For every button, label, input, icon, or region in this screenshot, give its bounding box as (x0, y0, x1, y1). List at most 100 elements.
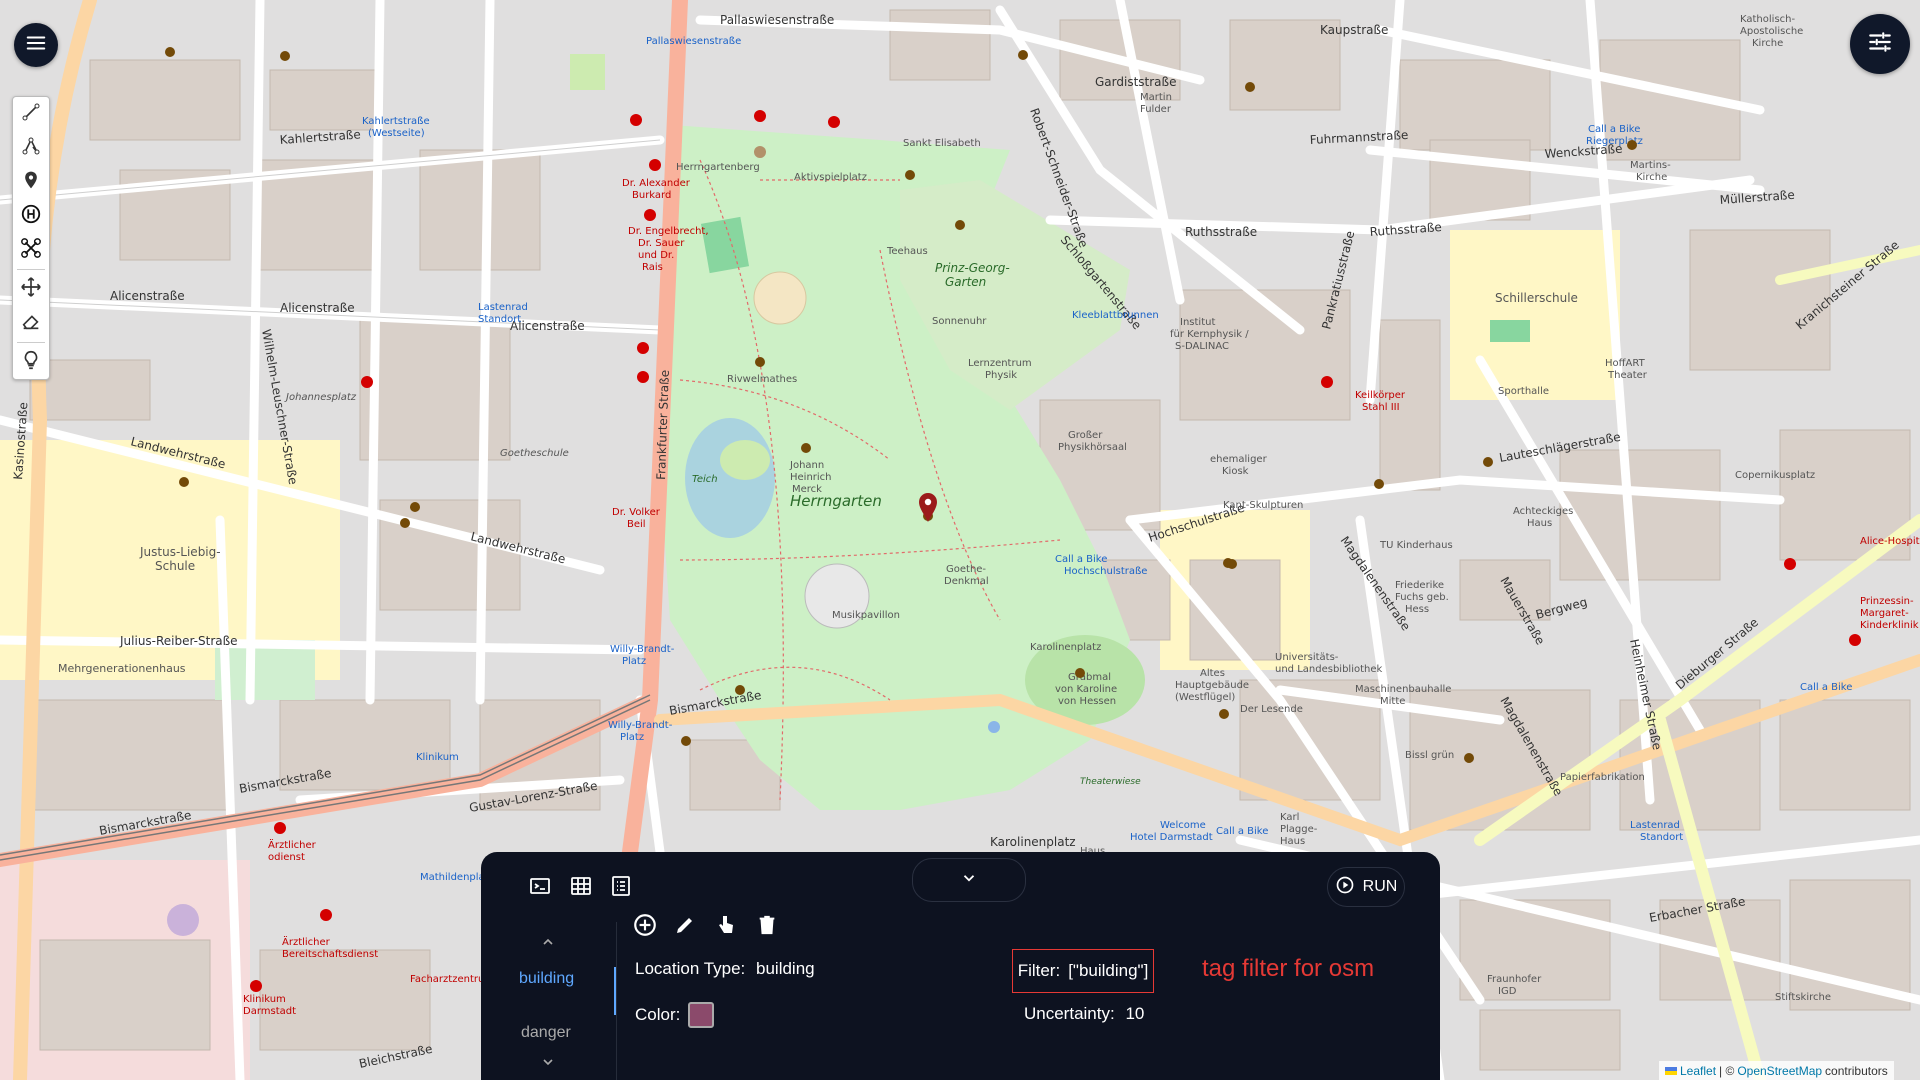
svg-text:Platz: Platz (620, 732, 644, 743)
pointer-hand-icon (714, 913, 738, 942)
svg-text:Kahlertstraße: Kahlertstraße (362, 116, 430, 127)
svg-text:Rivwelmathes: Rivwelmathes (727, 374, 797, 385)
svg-text:Stiftskirche: Stiftskirche (1775, 992, 1831, 1003)
location-type-item-danger[interactable]: danger (521, 1024, 571, 1042)
location-type-field: Location Type: building (635, 959, 815, 979)
svg-text:Dr. Sauer: Dr. Sauer (638, 238, 685, 249)
svg-text:Friederike: Friederike (1395, 580, 1444, 591)
svg-text:Maschinenbauhalle: Maschinenbauhalle (1355, 684, 1451, 695)
svg-text:Goetheschule: Goetheschule (500, 448, 569, 459)
svg-text:von Karoline: von Karoline (1055, 684, 1117, 695)
svg-text:Willy-Brandt-: Willy-Brandt- (610, 644, 675, 655)
divider (616, 922, 617, 1080)
grid-tab[interactable] (567, 874, 595, 902)
filter-settings-button[interactable] (1850, 14, 1910, 74)
edit-move-tool[interactable] (13, 272, 49, 306)
play-circle-icon (1335, 875, 1355, 900)
svg-text:und Landesbibliothek: und Landesbibliothek (1275, 664, 1383, 675)
svg-text:Julius-Reiber-Straße: Julius-Reiber-Straße (119, 634, 238, 648)
svg-text:Willy-Brandt-: Willy-Brandt- (608, 720, 673, 731)
svg-text:für Kernphysik /: für Kernphysik / (1170, 329, 1249, 340)
list-scroll-down-button[interactable] (533, 1054, 563, 1074)
hamburger-icon (25, 32, 47, 59)
svg-text:Martin: Martin (1140, 92, 1172, 103)
svg-text:Schillerschule: Schillerschule (1495, 291, 1578, 305)
svg-text:Karolinenplatz: Karolinenplatz (1030, 642, 1101, 653)
draw-marker-tool[interactable] (13, 165, 49, 199)
filter-annotation: tag filter for osm (1202, 955, 1375, 982)
svg-text:Karolinenplatz: Karolinenplatz (990, 835, 1076, 849)
console-tab[interactable] (526, 874, 554, 902)
svg-text:Martins-: Martins- (1630, 160, 1671, 171)
svg-text:Standort: Standort (1640, 832, 1683, 843)
svg-text:Merck: Merck (792, 484, 822, 495)
svg-text:Sonnenuhr: Sonnenuhr (932, 316, 987, 327)
svg-text:Kaupstraße: Kaupstraße (1320, 23, 1388, 37)
svg-text:Lernzentrum: Lernzentrum (968, 358, 1032, 369)
hint-tool[interactable] (13, 345, 49, 379)
polyline-icon (21, 102, 41, 127)
svg-text:Physikhörsaal: Physikhörsaal (1058, 442, 1127, 453)
svg-text:Herrngartenberg: Herrngartenberg (676, 162, 760, 173)
svg-text:Kirche: Kirche (1752, 38, 1783, 49)
svg-text:ehemaliger: ehemaliger (1210, 454, 1268, 465)
menu-button[interactable] (14, 23, 58, 67)
draw-helipad-tool[interactable] (13, 199, 49, 233)
svg-text:Dr. Engelbrecht,: Dr. Engelbrecht, (628, 226, 709, 237)
svg-text:Mehrgenerationenhaus: Mehrgenerationenhaus (58, 662, 186, 675)
erase-tool[interactable] (13, 306, 49, 340)
svg-text:Theater: Theater (1607, 370, 1648, 381)
location-pin-icon (21, 170, 41, 195)
svg-text:(Westseite): (Westseite) (368, 128, 425, 139)
add-location-type-button[interactable] (631, 913, 659, 941)
draw-polyline-tool[interactable] (13, 97, 49, 131)
svg-text:Pallaswiesenstraße: Pallaswiesenstraße (646, 36, 741, 47)
svg-text:Fuchs geb.: Fuchs geb. (1395, 592, 1449, 603)
pitch (1490, 320, 1530, 342)
polygon-icon (21, 136, 41, 161)
chevron-up-icon (540, 934, 556, 955)
svg-text:Bereitschaftsdienst: Bereitschaftsdienst (282, 949, 378, 960)
svg-text:Kant-Skulpturen: Kant-Skulpturen (1223, 500, 1303, 511)
location-type-item-building[interactable]: building (519, 970, 599, 988)
svg-text:Mitte: Mitte (1380, 696, 1405, 707)
svg-text:Universitäts-: Universitäts- (1275, 652, 1339, 663)
svg-text:Lastenrad: Lastenrad (478, 302, 528, 313)
helipad-icon (20, 203, 42, 230)
svg-text:Johannesplatz: Johannesplatz (284, 392, 357, 403)
select-location-button[interactable] (712, 913, 740, 941)
draw-drone-tool[interactable] (13, 233, 49, 267)
leaflet-link[interactable]: Leaflet (1680, 1064, 1716, 1078)
svg-text:Alicenstraße: Alicenstraße (110, 289, 185, 303)
svg-text:Call a Bike: Call a Bike (1800, 682, 1852, 693)
list-scroll-up-button[interactable] (533, 934, 563, 954)
delete-location-type-button[interactable] (753, 913, 781, 941)
svg-text:Haus: Haus (1527, 518, 1552, 529)
svg-text:Platz: Platz (622, 656, 646, 667)
svg-text:Standort: Standort (478, 314, 521, 325)
draw-toolbar (12, 96, 50, 380)
uncertainty-label: Uncertainty: (1024, 1004, 1115, 1023)
svg-text:Dr. Volker: Dr. Volker (612, 507, 661, 518)
svg-text:Hess: Hess (1405, 604, 1429, 615)
list-tab[interactable] (607, 874, 635, 902)
draw-polygon-tool[interactable] (13, 131, 49, 165)
drone-icon (20, 237, 42, 264)
svg-text:Aktivspielplatz: Aktivspielplatz (794, 172, 867, 183)
svg-text:Justus-Liebig-: Justus-Liebig- (139, 545, 221, 559)
svg-text:Prinz-Georg-: Prinz-Georg- (935, 261, 1010, 275)
svg-text:Call a Bike: Call a Bike (1588, 124, 1640, 135)
collapse-panel-button[interactable] (912, 858, 1026, 902)
svg-text:Kiosk: Kiosk (1222, 466, 1249, 477)
terminal-icon (528, 874, 552, 903)
openstreetmap-link[interactable]: OpenStreetMap (1737, 1064, 1822, 1078)
run-button[interactable]: RUN (1327, 867, 1405, 907)
lightbulb-icon (20, 349, 42, 376)
svg-text:Teich: Teich (692, 474, 718, 485)
filter-field: Filter: ["building"] (1012, 949, 1154, 993)
edit-location-type-button[interactable] (671, 913, 699, 941)
svg-text:Schule: Schule (155, 559, 195, 573)
location-type-label: Location Type: (635, 959, 746, 978)
color-swatch[interactable] (688, 1002, 715, 1028)
color-field: Color: (635, 1002, 715, 1028)
